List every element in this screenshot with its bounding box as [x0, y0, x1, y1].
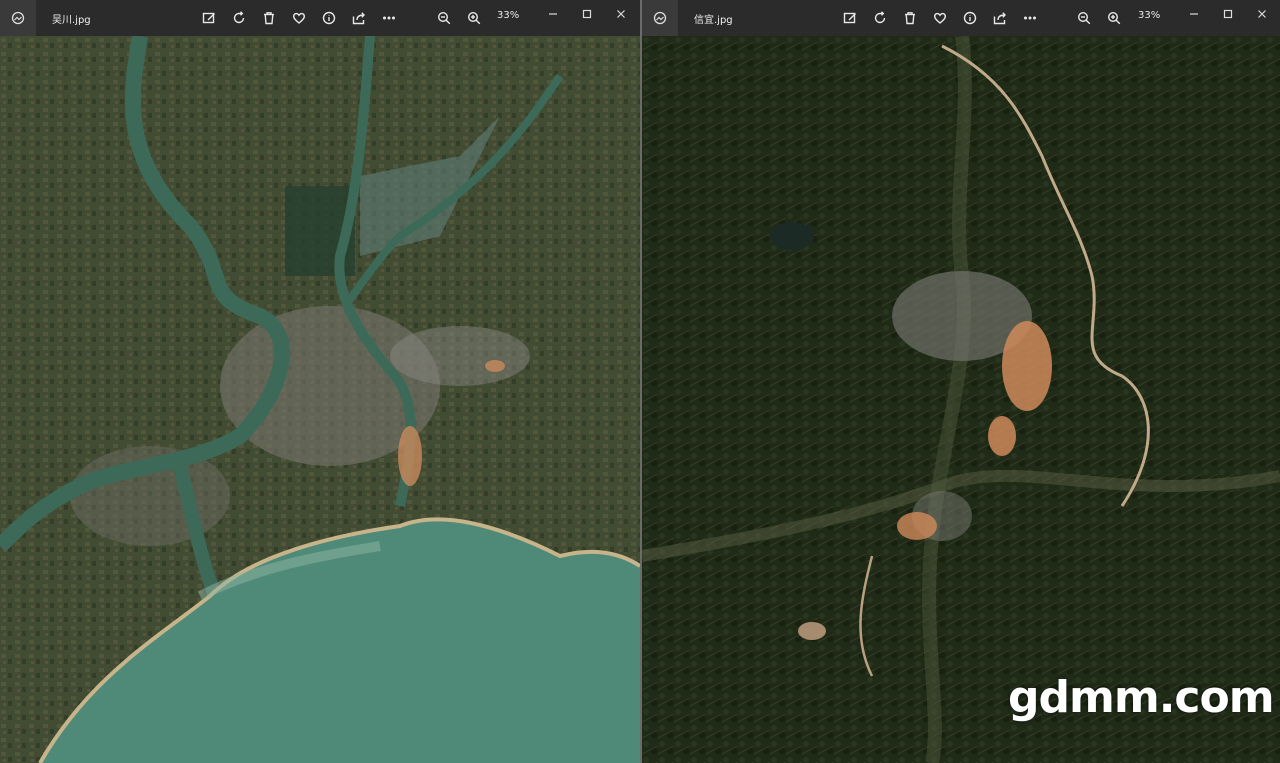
favorite-icon[interactable]: [930, 8, 950, 28]
rotate-icon[interactable]: [229, 8, 249, 28]
delete-icon[interactable]: [900, 8, 920, 28]
delete-icon[interactable]: [259, 8, 279, 28]
info-icon[interactable]: [319, 8, 339, 28]
share-icon[interactable]: [349, 8, 369, 28]
minimize-button[interactable]: [541, 4, 565, 24]
zoom-in-icon[interactable]: [1104, 8, 1124, 28]
file-name: 信宜.jpg: [694, 14, 733, 26]
favorite-icon[interactable]: [289, 8, 309, 28]
info-icon[interactable]: [960, 8, 980, 28]
zoom-level: 33%: [497, 10, 520, 21]
zoom-out-icon[interactable]: [1074, 8, 1094, 28]
maximize-button[interactable]: [575, 4, 599, 24]
photos-window-right: 信宜.jpg 33%: [642, 0, 1280, 763]
photos-app-icon[interactable]: [0, 0, 36, 36]
more-icon[interactable]: [379, 8, 399, 28]
rotate-icon[interactable]: [870, 8, 890, 28]
maximize-button[interactable]: [1216, 4, 1240, 24]
more-icon[interactable]: [1020, 8, 1040, 28]
file-name: 吴川.jpg: [52, 14, 91, 26]
close-button[interactable]: [609, 4, 633, 24]
zoom-out-icon[interactable]: [434, 8, 454, 28]
zoom-level: 33%: [1138, 10, 1161, 21]
photos-window-left: 吴川.jpg 33%: [0, 0, 640, 763]
share-icon[interactable]: [990, 8, 1010, 28]
photos-app-icon[interactable]: [642, 0, 678, 36]
satellite-image-wuchuan: [0, 36, 640, 763]
minimize-button[interactable]: [1182, 4, 1206, 24]
watermark: gdmm.com: [1008, 672, 1275, 723]
edit-image-icon[interactable]: [840, 8, 860, 28]
close-button[interactable]: [1250, 4, 1274, 24]
edit-image-icon[interactable]: [199, 8, 219, 28]
zoom-in-icon[interactable]: [464, 8, 484, 28]
satellite-image-xinyi: [642, 36, 1280, 763]
